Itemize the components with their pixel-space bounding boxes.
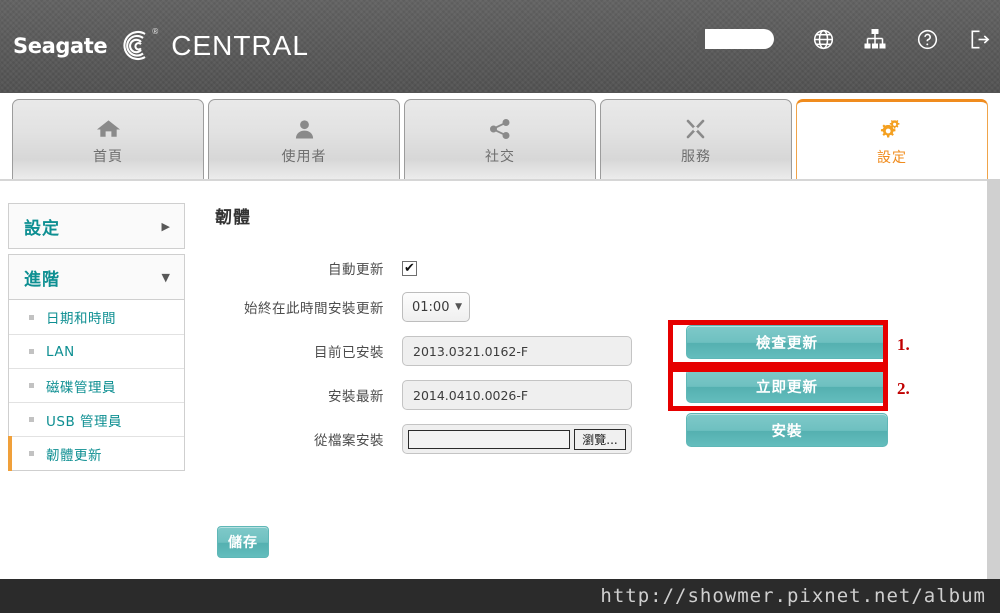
sidebar-item-usb-manager[interactable]: USB 管理員 — [9, 402, 184, 436]
tab-users[interactable]: 使用者 — [208, 99, 400, 179]
tools-icon — [684, 114, 708, 140]
sidebar-group-advanced[interactable]: 進階 ▼ — [8, 254, 185, 300]
watermark-url: http://showmer.pixnet.net/album — [600, 585, 986, 607]
product-name: CENTRAL — [171, 30, 309, 61]
user-icon — [294, 114, 315, 140]
capacity-gauge-icon[interactable] — [696, 29, 774, 49]
sidebar-item-firmware-update[interactable]: 韌體更新 — [8, 436, 184, 471]
tab-settings[interactable]: 設定 — [796, 99, 988, 179]
bullet-icon — [29, 383, 34, 388]
sidebar-group-settings[interactable]: 設定 ▶ — [8, 203, 185, 249]
registered-mark: ® — [151, 27, 160, 36]
label-auto-update: 自動更新 — [328, 262, 384, 278]
tab-settings-label: 設定 — [877, 149, 907, 166]
body-divider — [0, 179, 1000, 181]
sidebar-item-lan-label: LAN — [46, 343, 75, 360]
sidebar-item-usb-manager-label: USB 管理員 — [46, 413, 123, 430]
sidebar-item-lan[interactable]: LAN — [9, 334, 184, 368]
sidebar-item-firmware-update-label: 韌體更新 — [46, 447, 102, 464]
gears-icon — [879, 115, 905, 141]
tab-home[interactable]: 首頁 — [12, 99, 204, 179]
current-version-value: 2013.0321.0162-F — [413, 343, 529, 359]
body-area: 設定 ▶ 進階 ▼ 日期和時間 LAN 磁碟管理員 USB 管理員 韌體更新 韌… — [0, 179, 1000, 579]
label-install-from-file: 從檔案安裝 — [314, 433, 384, 449]
tab-social-label: 社交 — [485, 148, 515, 165]
save-button-label: 儲存 — [228, 535, 258, 551]
install-time-select[interactable]: 01:00 ▼ — [402, 292, 470, 322]
page-title: 韌體 — [215, 208, 251, 228]
file-path-field[interactable] — [408, 429, 570, 449]
annotation-number-2: 2. — [897, 379, 910, 398]
latest-version-value: 2014.0410.0026-F — [413, 387, 529, 403]
sidebar-item-disk-manager[interactable]: 磁碟管理員 — [9, 368, 184, 402]
sidebar-item-date-time[interactable]: 日期和時間 — [9, 300, 184, 334]
label-current-version: 目前已安裝 — [314, 345, 384, 361]
sidebar-item-date-time-label: 日期和時間 — [46, 311, 116, 327]
brand-name: Seagate — [13, 34, 108, 58]
globe-icon[interactable] — [810, 26, 836, 52]
chevron-down-icon: ▼ — [161, 270, 170, 284]
home-icon — [96, 114, 121, 140]
install-button[interactable]: 安裝 — [686, 413, 888, 447]
settings-sidebar: 設定 ▶ 進階 ▼ 日期和時間 LAN 磁碟管理員 USB 管理員 韌體更新 — [8, 203, 185, 471]
bullet-icon — [29, 349, 34, 354]
header-icon-group — [696, 26, 992, 52]
tab-social[interactable]: 社交 — [404, 99, 596, 179]
page-scrollbar[interactable] — [987, 179, 1000, 579]
footer-watermark-bar: http://showmer.pixnet.net/album — [0, 579, 1000, 613]
bullet-icon — [29, 314, 34, 320]
row-auto-update: 自動更新 ✔ — [215, 258, 975, 278]
save-button[interactable]: 儲存 — [217, 526, 269, 558]
sidebar-group-advanced-label: 進階 — [24, 269, 60, 290]
install-time-value: 01:00 — [412, 299, 450, 315]
chevron-down-icon: ▼ — [455, 302, 462, 312]
annotation-number-1: 1. — [897, 335, 910, 354]
browse-button[interactable]: 瀏覽... — [574, 428, 626, 450]
tab-services[interactable]: 服務 — [600, 99, 792, 179]
app-header: Seagate ® CENTRAL — [0, 0, 1000, 93]
chevron-right-icon: ▶ — [161, 219, 170, 233]
main-tabbar: 首頁 使用者 社交 服務 設定 — [0, 93, 1000, 179]
firmware-file-input[interactable]: 瀏覽... — [402, 424, 632, 454]
current-version-field: 2013.0321.0162-F — [402, 336, 632, 366]
logout-icon[interactable] — [966, 26, 992, 52]
bullet-icon — [29, 417, 34, 422]
auto-update-checkbox[interactable]: ✔ — [402, 260, 417, 276]
tab-users-label: 使用者 — [281, 148, 327, 165]
row-install-time: 始終在此時間安裝更新 01:00 ▼ — [215, 292, 975, 322]
share-icon — [489, 114, 511, 140]
install-button-label: 安裝 — [686, 413, 888, 447]
annotation-box-1 — [668, 320, 888, 367]
sidebar-item-disk-manager-label: 磁碟管理員 — [46, 379, 116, 396]
page-root: Seagate ® CENTRAL 首頁 使用者 社交 服務 設定 設定 ▶ 進… — [0, 0, 1000, 613]
sidebar-group-settings-label: 設定 — [24, 218, 60, 239]
tab-home-label: 首頁 — [93, 148, 123, 165]
help-icon[interactable] — [914, 26, 940, 52]
tab-services-label: 服務 — [681, 148, 711, 165]
annotation-box-2 — [668, 367, 888, 411]
brand-logo: Seagate ® CENTRAL — [13, 26, 309, 66]
label-install-time: 始終在此時間安裝更新 — [244, 301, 384, 317]
seagate-swirl-icon: ® — [111, 26, 160, 66]
sidebar-item-list: 日期和時間 LAN 磁碟管理員 USB 管理員 韌體更新 — [8, 300, 185, 471]
check-icon: ✔ — [404, 260, 415, 276]
label-latest-version: 安裝最新 — [328, 389, 384, 405]
bullet-icon — [29, 451, 34, 456]
network-icon[interactable] — [862, 26, 888, 52]
latest-version-field: 2014.0410.0026-F — [402, 380, 632, 410]
